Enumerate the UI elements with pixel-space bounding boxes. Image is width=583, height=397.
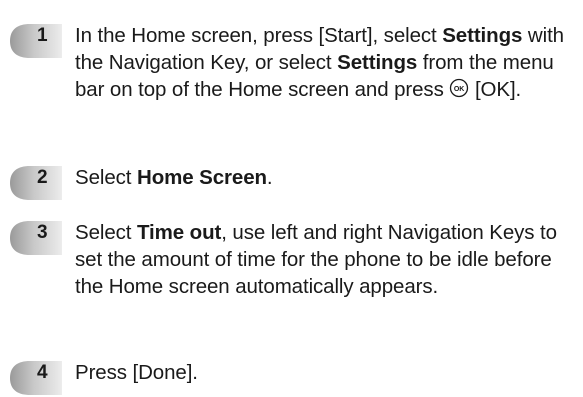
step-number-badge: 4 [4, 359, 62, 397]
step-text: In the Home screen, press [Start], selec… [75, 22, 570, 105]
step-number-badge: 3 [4, 219, 62, 257]
step-badge-shape-icon [10, 24, 62, 58]
step-text-bold: Settings [337, 51, 418, 74]
step-text: Select Home Screen. [75, 164, 570, 191]
step-number: 1 [37, 25, 48, 46]
step-text: Press [Done]. [75, 359, 570, 386]
step-number: 2 [37, 167, 48, 188]
step-number-badge: 1 [4, 22, 62, 60]
step-text-segment: . [266, 166, 273, 189]
step-text-segment: [OK]. [469, 78, 522, 101]
step-text-bold: Settings [442, 24, 523, 47]
step-text-segment: Select [75, 221, 137, 244]
step-number-badge: 2 [4, 164, 62, 202]
step-text-segment: Press [Done]. [75, 361, 198, 384]
step-text-segment: Select [75, 166, 137, 189]
step-badge-shape-icon [10, 166, 62, 200]
step-badge-shape-icon [10, 221, 62, 255]
step-text-bold: Home Screen [136, 166, 267, 189]
step-text: Select Time out, use left and right Navi… [75, 219, 570, 300]
instruction-page: { "steps": [ { "number": "1", "parts": [… [0, 0, 583, 395]
step-text-bold: Time out [136, 221, 222, 244]
ok-key-icon: OK [449, 78, 469, 105]
step-number: 4 [37, 362, 48, 383]
svg-text:OK: OK [454, 86, 464, 93]
step-text-segment: In the Home screen, press [Start], selec… [75, 24, 443, 47]
step-number: 3 [37, 222, 48, 243]
step-badge-shape-icon [10, 361, 62, 395]
